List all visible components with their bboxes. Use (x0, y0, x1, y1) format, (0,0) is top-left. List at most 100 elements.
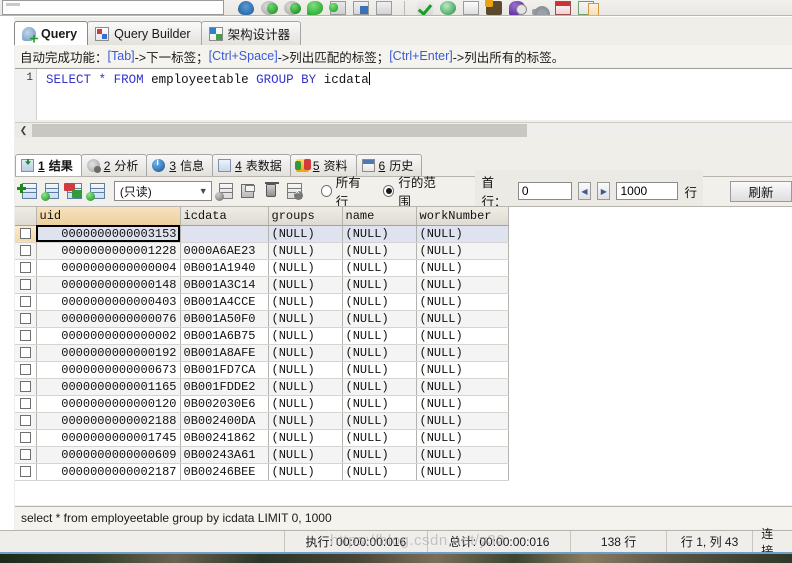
table-cell-name[interactable]: (NULL) (342, 446, 417, 464)
table-cell-uid[interactable]: 0000000000001228 (36, 242, 181, 260)
save-disk-icon[interactable] (238, 1, 254, 15)
scroll-left-icon[interactable]: ❮ (15, 122, 32, 138)
radio-all-rows[interactable]: 所有行 (320, 172, 371, 210)
tab-query-builder[interactable]: Query Builder (87, 21, 202, 45)
table-row[interactable]: 0000000000000148 0B001A3C14 (NULL) (NULL) (N… (15, 276, 509, 294)
table-cell-name[interactable]: (NULL) (342, 412, 417, 430)
table-cell-icdata[interactable]: 0B001A6B75 (180, 327, 269, 345)
table-cell-groups[interactable]: (NULL) (268, 446, 343, 464)
table-cell-uid[interactable]: 0000000000000673 (36, 361, 181, 379)
table-cell-icdata[interactable]: 0B001A4CCE (180, 293, 269, 311)
row-checkbox[interactable] (19, 398, 31, 410)
row-checkbox-cell[interactable] (15, 446, 37, 464)
row-checkbox-cell[interactable] (15, 327, 37, 345)
table-cell-workNumber[interactable]: (NULL) (416, 361, 509, 379)
table-cell-groups[interactable]: (NULL) (268, 293, 343, 311)
row-checkbox[interactable] (19, 262, 31, 274)
table-row[interactable]: 0000000000000120 0B002030E6 (NULL) (NULL) (N… (15, 395, 509, 413)
table-cell-workNumber[interactable]: (NULL) (416, 293, 509, 311)
table-row[interactable]: 0000000000000609 0B00243A61 (NULL) (NULL) (N… (15, 446, 509, 464)
delete-record-icon[interactable] (261, 181, 280, 201)
table-row[interactable]: 0000000000000403 0B001A4CCE (NULL) (NULL) (N… (15, 293, 509, 311)
table-cell-groups[interactable]: (NULL) (268, 395, 343, 413)
spin-next-icon[interactable]: ▶ (597, 182, 611, 200)
table-cell-icdata[interactable]: 0B002400DA (180, 412, 269, 430)
tab-table-data[interactable]: 4 表数据 (212, 154, 291, 176)
green-bubble-icon[interactable] (307, 1, 323, 15)
scrollbar-thumb[interactable] (32, 123, 527, 137)
table-cell-groups[interactable]: (NULL) (268, 361, 343, 379)
apply-change-icon[interactable] (214, 181, 235, 201)
row-checkbox-cell[interactable] (15, 259, 37, 277)
table-cell-icdata[interactable]: 0B001A8AFE (180, 344, 269, 362)
first-row-input[interactable] (517, 182, 572, 200)
sql-code-area[interactable]: SELECT * FROM employeetable GROUP BY icd… (37, 69, 792, 120)
select-all-header[interactable] (15, 207, 37, 226)
table-cell-name[interactable]: (NULL) (342, 293, 417, 311)
table-row[interactable]: 0000000000000673 0B001FD7CA (NULL) (NULL) (N… (15, 361, 509, 379)
table-cell-icdata[interactable]: 0B001FDDE2 (180, 378, 269, 396)
row-checkbox-cell[interactable] (15, 276, 37, 294)
table-cell-uid[interactable]: 0000000000000002 (36, 327, 181, 345)
row-checkbox-cell[interactable] (15, 361, 37, 379)
table-cell-icdata[interactable]: 0B00243A61 (180, 446, 269, 464)
table-cell-icdata[interactable] (180, 225, 269, 243)
table-cell-name[interactable]: (NULL) (342, 344, 417, 362)
table-cell-workNumber[interactable]: (NULL) (416, 259, 509, 277)
table-cell-workNumber[interactable]: (NULL) (416, 378, 509, 396)
table-cell-uid[interactable]: 0000000000000148 (36, 276, 181, 294)
table-row[interactable]: 0000000000000192 0B001A8AFE (NULL) (NULL) (N… (15, 344, 509, 362)
tab-query[interactable]: Query (14, 21, 89, 45)
row-checkbox[interactable] (19, 347, 31, 359)
key-icon[interactable] (532, 6, 550, 15)
row-checkbox[interactable] (19, 381, 31, 393)
table-cell-name[interactable]: (NULL) (342, 395, 417, 413)
table-cell-icdata[interactable]: 0B00241862 (180, 429, 269, 447)
table-cell-groups[interactable]: (NULL) (268, 412, 343, 430)
editor-horizontal-scrollbar[interactable]: ❮ (15, 122, 792, 138)
table-cell-workNumber[interactable]: (NULL) (416, 225, 509, 243)
globe-up-icon[interactable] (284, 1, 301, 15)
refresh-globe-icon[interactable] (440, 1, 456, 15)
row-checkbox[interactable] (19, 296, 31, 308)
row-checkbox-cell[interactable] (15, 463, 37, 481)
table-cell-name[interactable]: (NULL) (342, 429, 417, 447)
table-cell-uid[interactable]: 0000000000000004 (36, 259, 181, 277)
book-icon[interactable] (463, 1, 479, 15)
spin-prev-icon[interactable]: ◀ (577, 182, 592, 200)
table-cell-name[interactable]: (NULL) (342, 327, 417, 345)
table-cell-workNumber[interactable]: (NULL) (416, 412, 509, 430)
row-checkbox[interactable] (19, 313, 31, 325)
table-cell-workNumber[interactable]: (NULL) (416, 327, 509, 345)
add-record-icon[interactable] (86, 181, 106, 201)
table-cell-groups[interactable]: (NULL) (268, 276, 343, 294)
table-cell-icdata[interactable]: 0B00246BEE (180, 463, 269, 481)
table-row[interactable]: 0000000000001228 0000A6AE23 (NULL) (NULL) (N… (15, 242, 509, 260)
table-cell-uid[interactable]: 0000000000000120 (36, 395, 181, 413)
table-cell-uid[interactable]: 0000000000001745 (36, 429, 181, 447)
row-checkbox-cell[interactable] (15, 310, 37, 328)
table-cell-workNumber[interactable]: (NULL) (416, 276, 509, 294)
table-cell-uid[interactable]: 0000000000002188 (36, 412, 181, 430)
grid-icon[interactable] (376, 1, 392, 15)
globe-down-icon[interactable] (261, 1, 278, 15)
table-cell-name[interactable]: (NULL) (342, 463, 417, 481)
row-checkbox-cell[interactable] (15, 429, 37, 447)
table-blue-icon[interactable] (353, 1, 369, 15)
sql-editor[interactable]: 1 SELECT * FROM employeetable GROUP BY i… (15, 68, 792, 120)
table-cell-icdata[interactable]: 0B002030E6 (180, 395, 269, 413)
row-checkbox-cell[interactable] (15, 378, 37, 396)
row-checkbox[interactable] (19, 228, 31, 240)
table-row[interactable]: 0000000000001165 0B001FDDE2 (NULL) (NULL) (N… (15, 378, 509, 396)
row-checkbox[interactable] (19, 245, 31, 257)
row-checkbox[interactable] (19, 364, 31, 376)
table-cell-groups[interactable]: (NULL) (268, 225, 343, 243)
table-cell-name[interactable]: (NULL) (342, 276, 417, 294)
row-checkbox[interactable] (19, 432, 31, 444)
radio-row-range[interactable]: 行的范围 (383, 172, 444, 210)
grid-mode-combo[interactable]: (只读) ▼ (113, 181, 212, 201)
table-row[interactable]: 0000000000002187 0B00246BEE (NULL) (NULL) (N… (15, 463, 509, 481)
row-checkbox[interactable] (19, 330, 31, 342)
table-cell-groups[interactable]: (NULL) (268, 259, 343, 277)
table-cell-workNumber[interactable]: (NULL) (416, 395, 509, 413)
